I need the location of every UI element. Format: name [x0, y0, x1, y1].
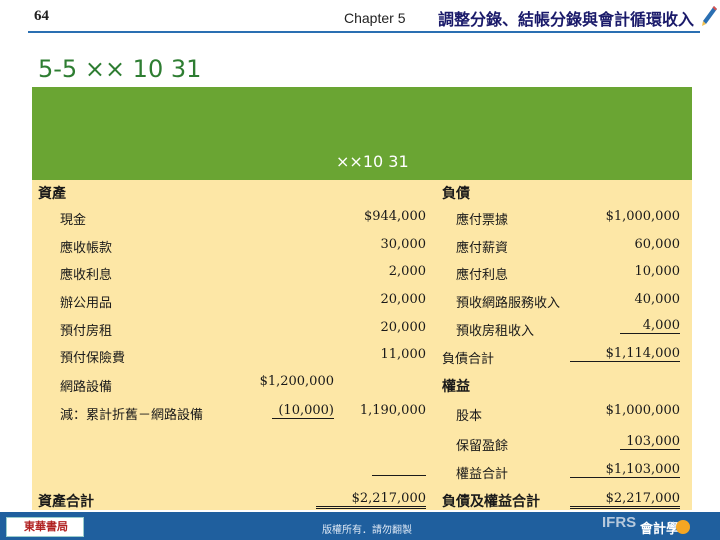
liability-amount: 10,000 — [634, 264, 681, 279]
equipment-gross: $1,200,000 — [259, 374, 334, 389]
equipment-label: 網路設備 — [60, 380, 113, 395]
equity-amount: 103,000 — [620, 434, 680, 450]
liab-equity-total-amount: $2,217,000 — [570, 491, 680, 509]
copyright-notice: 版權所有．請勿翻製 — [322, 525, 412, 536]
liability-label: 應付票據 — [456, 213, 509, 228]
asset-label: 現金 — [60, 213, 87, 228]
subject-label: 會計學 — [640, 522, 680, 537]
liability-label: 應付薪資 — [456, 241, 509, 256]
liability-label: 預收房租收入 — [456, 324, 535, 339]
assets-total-amount: $2,217,000 — [316, 491, 426, 509]
assets-total-label: 資產合計 — [38, 494, 94, 510]
liab-equity-total-label: 負債及權益合計 — [442, 494, 540, 510]
asset-amount: 30,000 — [380, 237, 427, 252]
asset-amount: 2,000 — [388, 264, 426, 279]
pencil-icon — [702, 6, 717, 26]
asset-label: 預付房租 — [60, 324, 113, 339]
equity-label: 股本 — [456, 409, 483, 424]
assets-header: 資產 — [38, 186, 66, 202]
asset-label: 應收利息 — [60, 268, 113, 283]
section-title: 5-5 ×× 10 31 — [38, 55, 202, 83]
liability-amount: $1,000,000 — [605, 209, 680, 224]
publisher-name: 東華書局 — [24, 520, 68, 533]
header-rule — [28, 31, 700, 33]
ifrs-label: IFRS — [602, 514, 637, 531]
asset-amount: $944,000 — [363, 209, 426, 224]
asset-label: 應收帳款 — [60, 241, 113, 256]
equity-label: 保留盈餘 — [456, 439, 509, 454]
assets-subtotal-rule — [372, 475, 426, 476]
liability-amount: 4,000 — [620, 318, 680, 334]
equity-header: 權益 — [442, 379, 470, 395]
asset-label: 辦公用品 — [60, 296, 113, 311]
equipment-net: 1,190,000 — [359, 403, 426, 418]
asset-amount: 20,000 — [380, 292, 427, 307]
liability-amount: 40,000 — [634, 292, 681, 307]
band-date-text: ××10 31 — [336, 152, 409, 171]
asset-amount: 11,000 — [380, 347, 427, 362]
equity-total-amount: $1,103,000 — [570, 462, 680, 478]
asset-amount: 20,000 — [380, 320, 427, 335]
liability-label: 應付利息 — [456, 268, 509, 283]
equity-total-label: 權益合計 — [456, 467, 509, 482]
liability-label: 預收網路服務收入 — [456, 296, 561, 311]
liabilities-header: 負債 — [442, 186, 470, 202]
emblem-icon — [676, 520, 690, 534]
chapter-label: Chapter 5 — [344, 10, 406, 26]
page-number: 64 — [34, 8, 49, 24]
accumulated-depreciation-label: 減：累計折舊－網路設備 — [60, 408, 204, 423]
liabilities-total-amount: $1,114,000 — [570, 346, 680, 362]
asset-label: 預付保險費 — [60, 351, 126, 366]
header-title: 調整分錄、結帳分錄與會計循環收入 — [438, 10, 695, 29]
liabilities-total-label: 負債合計 — [442, 352, 495, 367]
liability-amount: 60,000 — [634, 237, 681, 252]
equity-amount: $1,000,000 — [605, 403, 680, 418]
balance-sheet-table — [32, 180, 692, 510]
